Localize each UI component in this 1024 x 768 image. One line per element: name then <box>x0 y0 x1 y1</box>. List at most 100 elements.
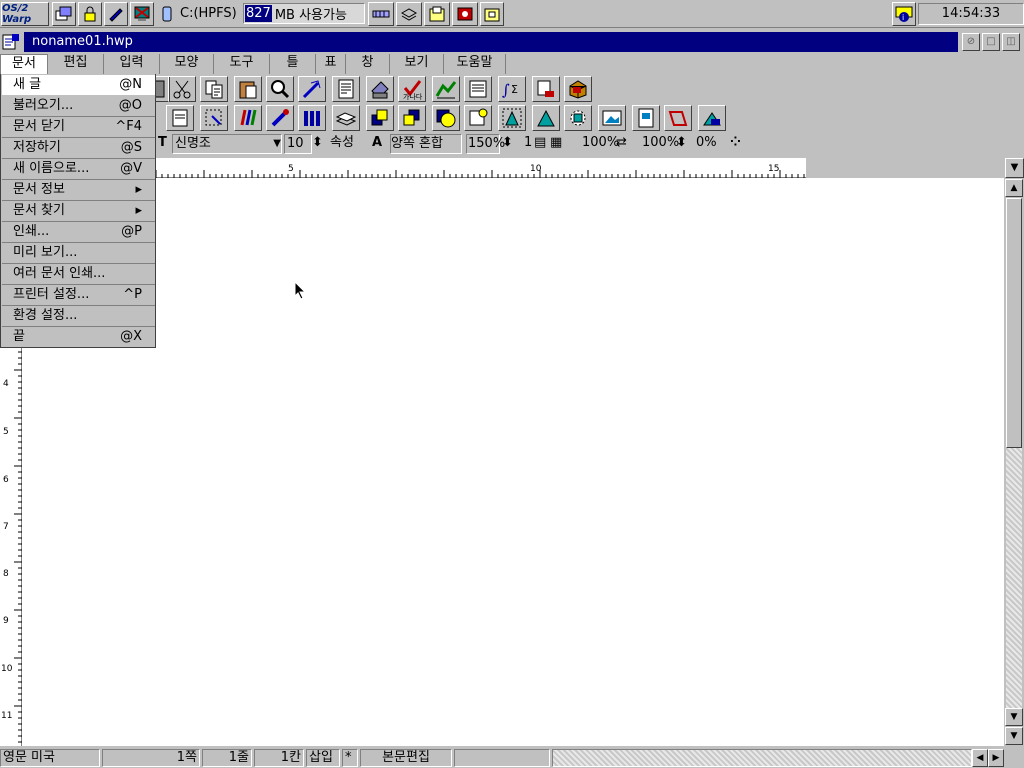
format-brush-icon[interactable] <box>298 76 326 102</box>
stack-icon[interactable] <box>396 2 422 26</box>
letter-width-field[interactable]: 100% <box>642 134 679 154</box>
os2-logo[interactable]: OS/2 Warp <box>1 2 49 26</box>
triangle-icon[interactable] <box>532 105 560 131</box>
red-tool-icon[interactable] <box>452 2 478 26</box>
menu-item-exit[interactable]: 끝 @X <box>2 327 155 347</box>
scroll-left-icon[interactable]: ◀ <box>972 749 988 767</box>
folder-icon[interactable] <box>424 2 450 26</box>
frame-icon[interactable] <box>166 105 194 131</box>
tray-icon[interactable] <box>368 2 394 26</box>
text-attr-icon[interactable]: A <box>372 134 384 154</box>
color-pens-icon[interactable] <box>234 105 262 131</box>
menu-item-new[interactable]: 새 글 @N <box>2 75 155 95</box>
horizontal-ruler[interactable]: 5 10 15 <box>156 158 806 178</box>
table-grid-icon[interactable]: ▦ <box>550 134 574 154</box>
vertical-scrollbar[interactable]: ▲ ▼ ▼ <box>1004 178 1024 746</box>
rotate-icon[interactable] <box>564 105 592 131</box>
pen-icon[interactable] <box>104 2 128 26</box>
menu-item-preview[interactable]: 미리 보기... <box>2 243 155 263</box>
find-icon[interactable] <box>266 76 294 102</box>
menu-item-close[interactable]: 문서 닫기 ^F4 <box>2 117 155 137</box>
paste-icon[interactable] <box>234 76 262 102</box>
chevron-down-icon[interactable]: ▼ <box>273 135 281 153</box>
info-icon[interactable]: i <box>892 2 916 26</box>
menu-item-preferences[interactable]: 환경 설정... <box>2 306 155 326</box>
letter-spacing-icon[interactable]: ⁘ <box>730 134 748 154</box>
folder2-icon[interactable] <box>480 2 504 26</box>
triangle-select-icon[interactable] <box>498 105 526 131</box>
windows-list-icon[interactable] <box>52 2 76 26</box>
scroll-right-icon[interactable]: ▶ <box>988 749 1004 767</box>
font-size-field[interactable]: 10 <box>284 134 312 154</box>
columns-icon-small[interactable]: ▤ <box>534 134 548 154</box>
drive-icon[interactable] <box>156 2 178 26</box>
horizontal-scroll-track[interactable] <box>552 749 972 767</box>
bring-front-icon[interactable] <box>366 105 394 131</box>
menu-shape[interactable]: 모양 <box>160 54 214 74</box>
document-icon[interactable] <box>332 76 360 102</box>
columns-icon[interactable] <box>298 105 326 131</box>
scroll-down-end-icon[interactable]: ▼ <box>1005 727 1023 745</box>
maximize-icon[interactable]: ◫ <box>1002 33 1020 51</box>
menu-item-doc-info[interactable]: 문서 정보 ▸ <box>2 180 155 200</box>
restore-icon[interactable]: □ <box>982 33 1000 51</box>
ellipse-icon[interactable] <box>432 105 460 131</box>
print-icon[interactable] <box>366 76 394 102</box>
menu-item-doc-find[interactable]: 문서 찾기 ▸ <box>2 201 155 221</box>
copy-icon[interactable] <box>200 76 228 102</box>
attribute-label[interactable]: 속성 <box>330 134 366 154</box>
monitor-icon[interactable] <box>130 2 154 26</box>
window-title[interactable]: noname01.hwp <box>24 32 958 52</box>
alignment-select[interactable]: 양쪽 혼합 <box>390 134 462 154</box>
letter-width-icon[interactable]: ⬍ <box>676 134 690 154</box>
menu-frame[interactable]: 틀 <box>270 54 316 74</box>
scroll-thumb[interactable] <box>1006 198 1022 448</box>
line-spacing-spinner-icon[interactable]: ⬍ <box>502 134 514 154</box>
box-icon[interactable] <box>564 76 592 102</box>
menu-item-printer-setup[interactable]: 프린터 설정... ^P <box>2 285 155 305</box>
insert-mode[interactable]: 삽입 <box>306 749 340 767</box>
table-insert-icon[interactable] <box>532 76 560 102</box>
menu-document[interactable]: 문서 <box>0 54 48 74</box>
menu-table[interactable]: 표 <box>316 54 346 74</box>
width-ratio-field[interactable]: 100% <box>582 134 619 154</box>
page-icon[interactable] <box>464 76 492 102</box>
width-ratio-icon[interactable]: ⇄ <box>616 134 634 154</box>
text-box-icon[interactable] <box>464 105 492 131</box>
menu-help[interactable]: 도움말 <box>444 54 506 74</box>
line-spacing-field[interactable]: 150% <box>466 134 505 154</box>
draw-object-icon[interactable] <box>698 105 726 131</box>
lock-icon[interactable] <box>78 2 102 26</box>
send-back-icon[interactable] <box>398 105 426 131</box>
chart-icon[interactable] <box>432 76 460 102</box>
menu-tools[interactable]: 도구 <box>214 54 270 74</box>
polyline-icon[interactable] <box>664 105 692 131</box>
input-mode[interactable]: 영문 미국 <box>0 749 100 767</box>
image-icon[interactable] <box>598 105 626 131</box>
menu-item-batch-print[interactable]: 여러 문서 인쇄... <box>2 264 155 284</box>
app-icon[interactable] <box>2 33 20 51</box>
letter-spacing-field[interactable]: 0% <box>696 134 720 154</box>
document-canvas[interactable] <box>22 178 1004 746</box>
menu-edit[interactable]: 편집 <box>48 54 104 74</box>
ruler-menu-icon[interactable]: ▼ <box>1005 158 1024 178</box>
select-object-icon[interactable] <box>200 105 228 131</box>
menu-item-open[interactable]: 불러오기... @O <box>2 96 155 116</box>
cut-icon[interactable] <box>168 76 196 102</box>
paint-icon[interactable] <box>266 105 294 131</box>
menu-item-save-as[interactable]: 새 이름으로... @V <box>2 159 155 179</box>
font-select[interactable]: 신명조 ▼ <box>172 134 282 154</box>
scroll-up-icon[interactable]: ▲ <box>1005 179 1023 197</box>
menu-item-print[interactable]: 인쇄... @P <box>2 222 155 242</box>
menu-item-save[interactable]: 저장하기 @S <box>2 138 155 158</box>
size-spinner-icon[interactable]: ⬍ <box>312 134 326 154</box>
menu-view[interactable]: 보기 <box>390 54 444 74</box>
layers-icon[interactable] <box>332 105 360 131</box>
menu-input[interactable]: 입력 <box>104 54 160 74</box>
page-layout-icon[interactable] <box>632 105 660 131</box>
formula-icon[interactable]: ∫ Σ <box>498 76 526 102</box>
columns-value[interactable]: 1 <box>524 134 534 154</box>
scroll-down-icon[interactable]: ▼ <box>1005 708 1023 726</box>
spellcheck-icon[interactable]: 가나다 <box>398 76 426 102</box>
hide-icon[interactable]: ⊘ <box>962 33 980 51</box>
